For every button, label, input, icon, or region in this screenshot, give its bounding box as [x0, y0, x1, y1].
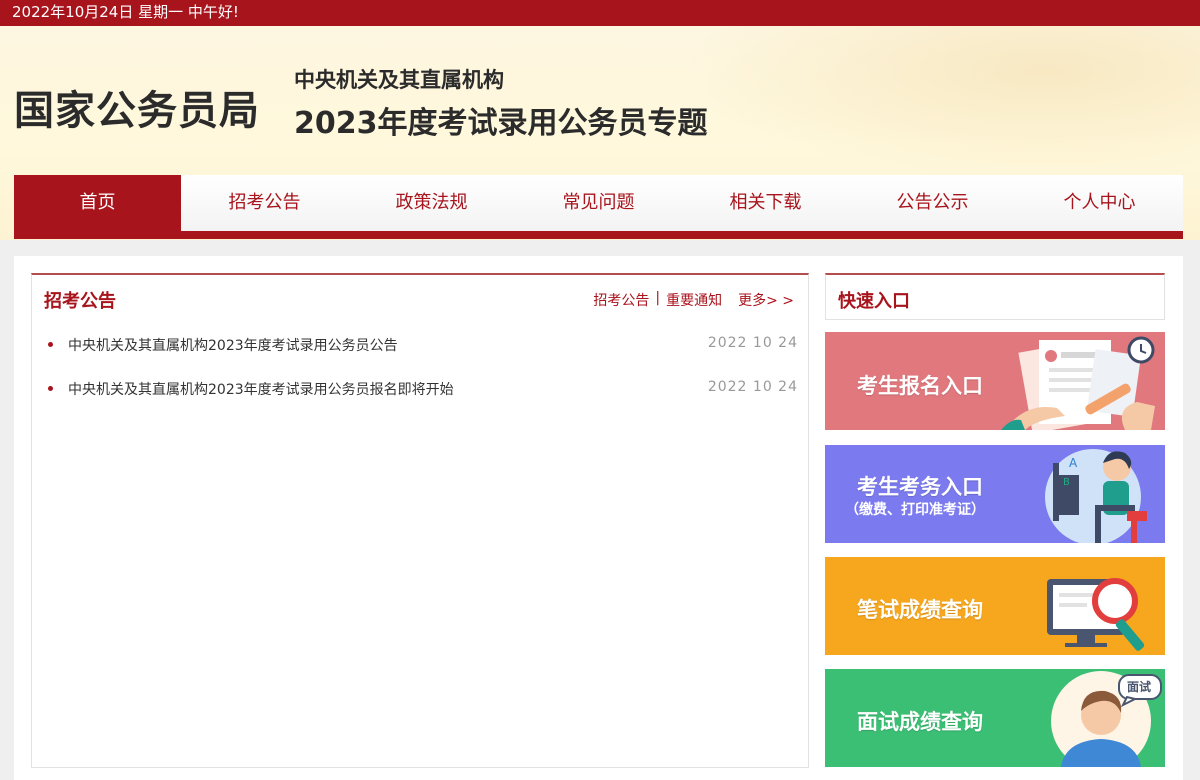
site-logo[interactable]: 国家公务员局: [14, 78, 260, 136]
nav-exam-notices[interactable]: 招考公告: [181, 175, 348, 231]
nav-home[interactable]: 首页: [14, 175, 181, 231]
link-important-notices[interactable]: 重要通知: [666, 290, 722, 310]
quick-access-header: 快速入口: [825, 273, 1165, 320]
svg-text:A: A: [1069, 456, 1078, 470]
interview-score-query-label: 面试成绩查询: [857, 710, 983, 734]
notice-list: 中央机关及其直属机构2023年度考试录用公务员公告 2022 10 24 中央机…: [48, 335, 798, 423]
topic-title: 2023年度考试录用公务员专题: [294, 106, 708, 141]
date-greeting: 2022年10月24日 星期一 中午好!: [12, 3, 239, 21]
nav-underline: [14, 231, 1183, 239]
main-nav: 首页 招考公告 政策法规 常见问题 相关下载 公告公示 个人中心: [14, 175, 1183, 231]
nav-announcements[interactable]: 公告公示: [849, 175, 1016, 231]
list-item: 中央机关及其直属机构2023年度考试录用公务员公告 2022 10 24: [48, 335, 798, 379]
notice-panel-title: 招考公告: [44, 291, 116, 312]
registration-entry-label: 考生报名入口: [857, 374, 983, 398]
list-item: 中央机关及其直属机构2023年度考试录用公务员报名即将开始 2022 10 24: [48, 379, 798, 423]
topic-subtitle: 中央机关及其直属机构: [294, 68, 504, 92]
quick-access-title: 快速入口: [838, 291, 910, 312]
interview-score-query-button[interactable]: 面试成绩查询 面试: [825, 669, 1165, 767]
nav-faq[interactable]: 常见问题: [515, 175, 682, 231]
top-date-bar: 2022年10月24日 星期一 中午好!: [0, 0, 1200, 26]
more-link[interactable]: 更多> >: [738, 290, 794, 310]
notice-date: 2022 10 24: [707, 335, 798, 351]
notice-title[interactable]: 中央机关及其直属机构2023年度考试录用公务员公告: [68, 335, 398, 355]
exam-affairs-entry-label: 考生考务入口: [857, 475, 983, 499]
notice-panel-links: 招考公告 | 重要通知 更多> >: [593, 290, 794, 310]
header-decoration: [680, 26, 1200, 176]
written-score-query-label: 笔试成绩查询: [857, 598, 983, 622]
nav-policies[interactable]: 政策法规: [348, 175, 515, 231]
nav-downloads[interactable]: 相关下载: [682, 175, 849, 231]
link-exam-notices[interactable]: 招考公告: [593, 290, 649, 310]
interview-badge: 面试: [1127, 680, 1152, 694]
bullet-icon: [48, 342, 53, 347]
exam-affairs-entry-sublabel: （缴费、打印准考证）: [845, 502, 985, 518]
registration-entry-button[interactable]: 考生报名入口: [825, 332, 1165, 430]
written-score-query-button[interactable]: 笔试成绩查询: [825, 557, 1165, 655]
notice-panel: 招考公告 招考公告 | 重要通知 更多> > 中央机关及其直属机构2023年度考…: [31, 273, 809, 768]
exam-affairs-entry-button[interactable]: A B 考生考务入口 （缴费、打印准考证）: [825, 445, 1165, 543]
nav-personal-center[interactable]: 个人中心: [1016, 175, 1183, 231]
svg-text:B: B: [1063, 477, 1070, 488]
notice-title[interactable]: 中央机关及其直属机构2023年度考试录用公务员报名即将开始: [68, 379, 454, 399]
notice-date: 2022 10 24: [707, 379, 798, 395]
link-separator: |: [655, 290, 661, 306]
bullet-icon: [48, 386, 53, 391]
